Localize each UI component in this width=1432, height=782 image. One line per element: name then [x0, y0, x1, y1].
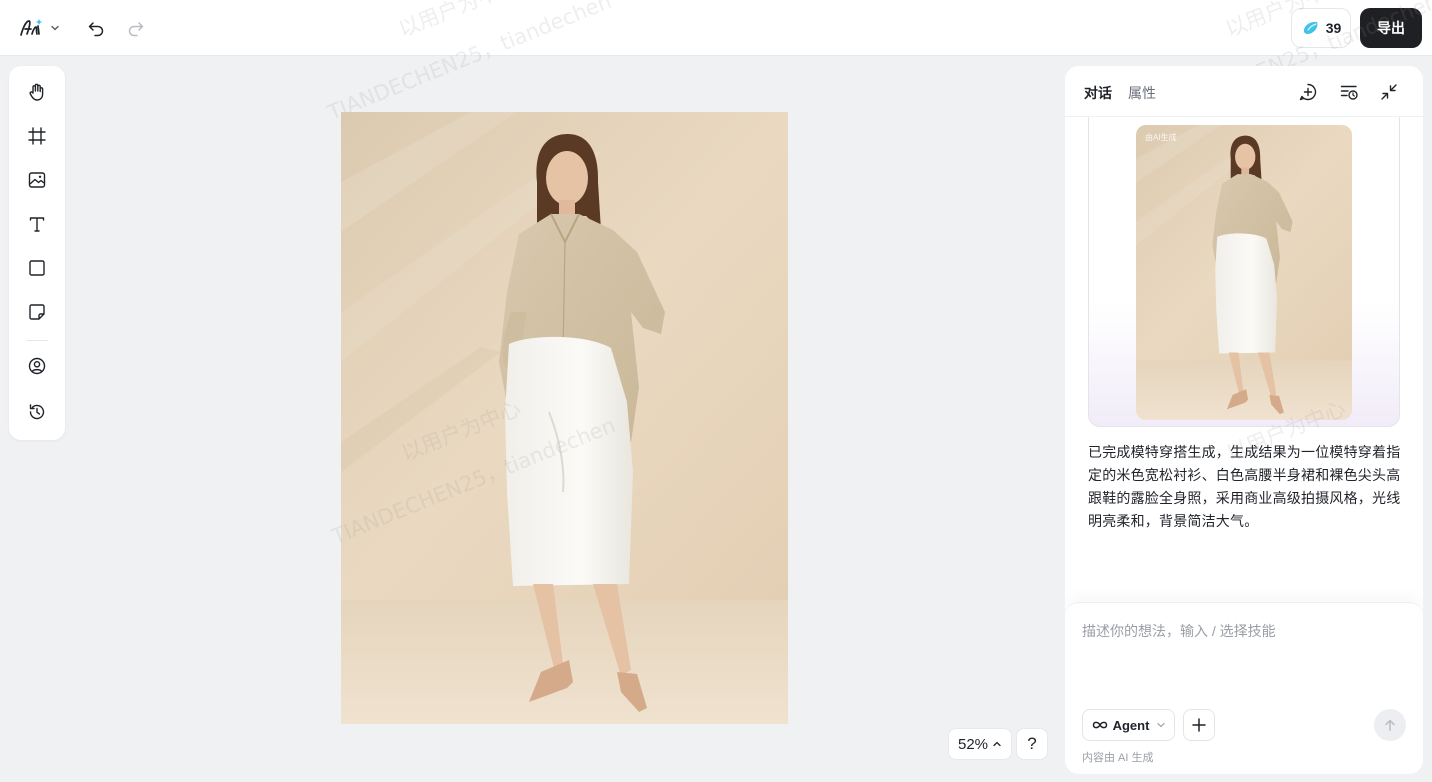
agent-label: Agent: [1112, 717, 1150, 733]
history-list-icon: [1340, 85, 1358, 100]
history-icon: [29, 404, 45, 420]
text-tool-button[interactable]: [23, 210, 51, 238]
toolbar-divider: [26, 340, 48, 341]
infinity-icon: [1092, 721, 1107, 729]
redo-icon: [128, 22, 144, 37]
credits-count: 39: [1325, 20, 1342, 36]
add-attachment-button[interactable]: [1183, 709, 1215, 741]
new-chat-button[interactable]: [1296, 80, 1320, 104]
chevron-up-icon: [993, 741, 1001, 747]
image-tool-button[interactable]: [23, 166, 51, 194]
credits-badge[interactable]: 39: [1291, 8, 1351, 48]
plus-icon: [1192, 718, 1206, 732]
chat-input-area: Agent 内容由 AI 生成: [1065, 602, 1423, 774]
rectangle-icon: [29, 260, 45, 276]
history-tool-button[interactable]: [23, 398, 51, 426]
export-button[interactable]: 导出: [1360, 8, 1422, 48]
left-toolbar: [9, 66, 65, 440]
avatar-tool-button[interactable]: [23, 352, 51, 380]
image-icon: [28, 172, 46, 188]
user-circle-icon: [28, 357, 46, 375]
chat-history-button[interactable]: [1337, 80, 1361, 104]
chevron-down-icon: [51, 25, 59, 31]
app-logo-icon: [20, 19, 42, 36]
collapse-icon: [1381, 84, 1397, 100]
zoom-control[interactable]: 52%: [948, 728, 1012, 760]
send-button[interactable]: [1374, 709, 1406, 741]
sticky-note-icon: [29, 304, 45, 320]
new-chat-icon: [1299, 83, 1317, 101]
redo-button[interactable]: [122, 14, 150, 42]
model-photo-illustration: [341, 112, 788, 724]
rectangle-tool-button[interactable]: [23, 254, 51, 282]
assistant-panel: 对话 属性 由AI生成 以用户为中心 已完成模特穿搭生成，生成结果为一位模特穿着…: [1065, 66, 1423, 774]
generated-image-thumbnail[interactable]: 由AI生成: [1136, 125, 1352, 420]
canvas-model-image[interactable]: [341, 112, 788, 724]
collapse-panel-button[interactable]: [1377, 80, 1401, 104]
sticky-note-tool-button[interactable]: [23, 298, 51, 326]
ai-generated-tag: 由AI生成: [1145, 133, 1177, 142]
arrow-up-icon: [1385, 719, 1395, 731]
generated-result-card: 由AI生成: [1088, 102, 1400, 427]
assistant-message: 已完成模特穿搭生成，生成结果为一位模特穿着指定的米色宽松衬衫、白色高腰半身裙和裸…: [1088, 444, 1401, 529]
crop-icon: [28, 127, 46, 145]
app-logo-menu[interactable]: [18, 14, 66, 42]
tab-properties[interactable]: 属性: [1128, 83, 1156, 103]
chevron-down-icon: [1157, 722, 1166, 728]
undo-icon: [88, 22, 104, 37]
prompt-input[interactable]: [1082, 621, 1402, 691]
text-icon: [29, 217, 45, 232]
hand-icon: [29, 83, 44, 101]
agent-mode-selector[interactable]: Agent: [1082, 709, 1175, 741]
crop-tool-button[interactable]: [23, 122, 51, 150]
help-button[interactable]: ?: [1016, 728, 1048, 760]
thumbnail-photo-illustration: [1136, 125, 1352, 420]
panel-header: 对话 属性: [1065, 66, 1423, 117]
top-bar: 39 导出: [0, 0, 1432, 56]
credits-drop-icon: [1303, 21, 1318, 34]
zoom-level: 52%: [957, 735, 989, 753]
hand-tool-button[interactable]: [23, 78, 51, 106]
ai-disclaimer: 内容由 AI 生成: [1082, 752, 1154, 764]
undo-button[interactable]: [82, 14, 110, 42]
tab-dialogue[interactable]: 对话: [1084, 83, 1112, 103]
